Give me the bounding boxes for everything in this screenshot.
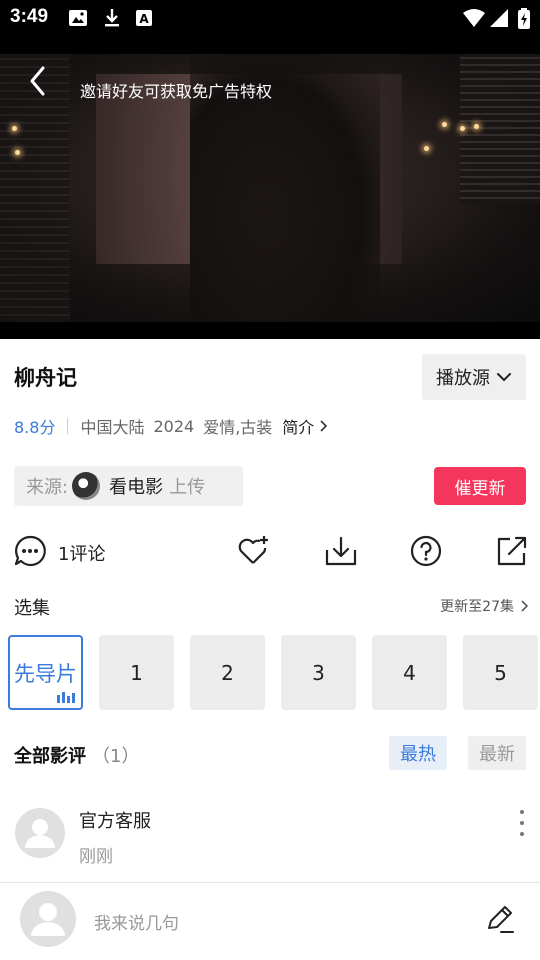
play-source-button[interactable]: 播放源: [422, 354, 526, 400]
comment-timestamp: 刚刚: [79, 847, 113, 867]
action-row: 1评论: [0, 530, 540, 574]
text-app-icon: A: [136, 10, 152, 26]
intro-link[interactable]: 简介: [282, 414, 328, 438]
episodes-section-title: 选集: [14, 598, 50, 619]
chevron-right-icon: [521, 600, 528, 612]
uploader-info[interactable]: 来源: 看电影 上传: [14, 466, 243, 506]
update-info-label: 更新至27集: [440, 599, 514, 615]
sort-hottest-tab[interactable]: 最热: [389, 736, 447, 770]
reviews-title-label: 全部影评: [14, 746, 86, 767]
default-user-icon: [25, 819, 55, 848]
lattice-window-right: [460, 54, 540, 204]
download-icon: [105, 9, 119, 27]
show-meta: 8.8分 中国大陆 2024 爱情,古装 简介: [14, 414, 328, 438]
episode-item[interactable]: 1: [99, 635, 174, 710]
episode-list: 先导片 1 2 3 4 5: [8, 635, 538, 710]
episode-item-trailer[interactable]: 先导片: [8, 635, 83, 710]
urge-update-button[interactable]: 催更新: [434, 467, 526, 505]
play-source-label: 播放源: [436, 368, 490, 389]
chevron-right-icon: [320, 420, 328, 432]
candle-light: [442, 122, 447, 127]
genres: 爱情,古装: [203, 418, 273, 437]
uploader-suffix: 上传: [169, 477, 206, 498]
download-icon[interactable]: [324, 534, 358, 568]
battery-charging-icon: [518, 8, 530, 29]
status-time: 3:49: [10, 6, 49, 27]
candle-light: [424, 146, 429, 151]
intro-label: 简介: [282, 418, 315, 437]
comment-icon[interactable]: [13, 534, 47, 568]
candle-light: [12, 126, 17, 131]
edit-pen-icon[interactable]: [484, 903, 516, 935]
comment-count[interactable]: 1评论: [58, 540, 105, 566]
help-question-icon[interactable]: [409, 534, 443, 568]
uploader-prefix: 来源:: [26, 477, 69, 498]
episode-label: 2: [221, 660, 234, 685]
release-year: 2024: [153, 416, 195, 436]
back-arrow-icon[interactable]: [24, 64, 52, 98]
episode-item[interactable]: 3: [281, 635, 356, 710]
region: 中国大陆: [80, 418, 145, 437]
status-bar: 3:49 A: [0, 0, 540, 36]
wifi-icon: [463, 9, 485, 27]
comment-author[interactable]: 官方客服: [79, 807, 151, 833]
more-options-icon[interactable]: [516, 810, 528, 836]
candle-light: [460, 126, 465, 131]
chevron-down-icon: [497, 373, 511, 382]
video-player[interactable]: 邀请好友可获取免广告特权: [0, 36, 540, 339]
show-title: 柳舟记: [14, 366, 77, 390]
svg-text:A: A: [139, 12, 149, 26]
reviews-count: （1）: [92, 746, 140, 767]
default-user-icon: [31, 903, 65, 936]
cellular-signal-icon: [490, 9, 508, 27]
episode-label: 先导片: [14, 661, 77, 686]
candle-light: [15, 150, 20, 155]
episode-item[interactable]: 2: [190, 635, 265, 710]
episode-label: 5: [494, 660, 507, 685]
episode-item[interactable]: 5: [463, 635, 538, 710]
rating-score: 8.8分: [14, 418, 56, 437]
favorite-heart-icon[interactable]: [236, 534, 270, 568]
reviews-section-title: 全部影评 （1）: [14, 742, 139, 768]
episode-label: 4: [403, 660, 416, 685]
share-external-icon[interactable]: [495, 534, 529, 568]
episode-label: 3: [312, 660, 325, 685]
episode-item[interactable]: 4: [372, 635, 447, 710]
image-icon: [69, 10, 87, 26]
episode-label: 1: [130, 660, 143, 685]
my-avatar[interactable]: [20, 891, 76, 947]
episodes-update-link[interactable]: 更新至27集: [440, 596, 528, 616]
uploader-name: 看电影: [109, 477, 164, 498]
comment-composer: 我来说几句: [0, 882, 540, 960]
sort-newest-tab[interactable]: 最新: [468, 736, 526, 770]
comment-input[interactable]: 我来说几句: [94, 909, 179, 934]
uploader-avatar: [72, 472, 101, 500]
meta-divider: [67, 418, 69, 434]
commenter-avatar[interactable]: [15, 808, 65, 858]
playing-bars-icon: [57, 692, 75, 703]
candle-light: [474, 124, 479, 129]
invite-banner-text[interactable]: 邀请好友可获取免广告特权: [80, 78, 272, 102]
